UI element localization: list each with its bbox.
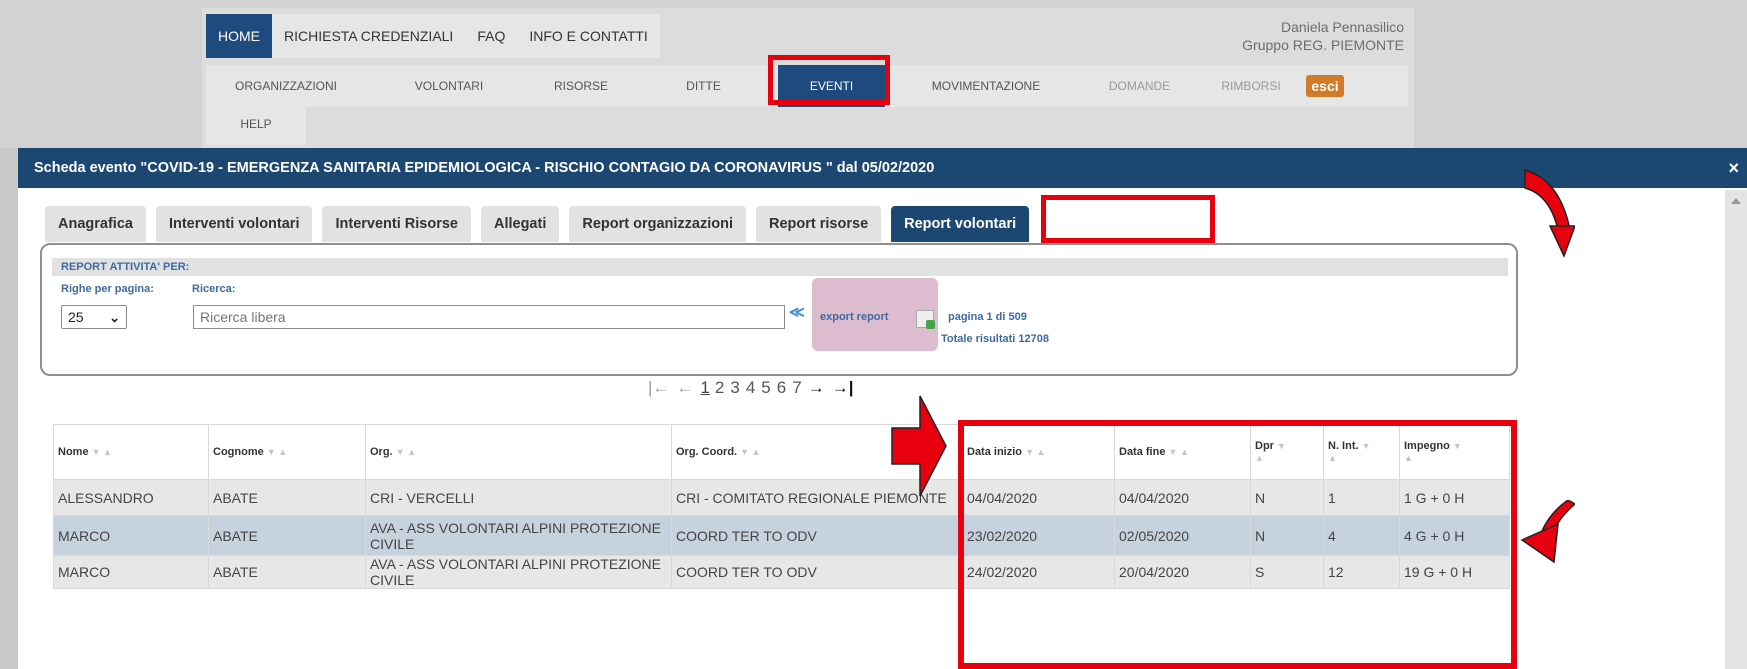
cell-nome: MARCO <box>53 515 209 556</box>
rows-per-page-select[interactable]: 25 ⌄ <box>61 305 127 329</box>
page-link[interactable]: 3 <box>730 378 739 398</box>
rows-per-page-label: Righe per pagina: <box>61 283 154 295</box>
tab-report-risorse[interactable]: Report risorse <box>756 206 882 242</box>
modal-scrollbar[interactable] <box>1725 190 1747 669</box>
nav-info-contatti[interactable]: INFO E CONTATTI <box>517 14 659 58</box>
col-header-nome[interactable]: Nome ▼ ▲ <box>53 424 209 480</box>
export-report-button[interactable]: export report <box>812 278 938 351</box>
rows-per-page-value: 25 <box>68 309 84 325</box>
double-chevron-down-icon[interactable]: ≪ <box>789 303 805 321</box>
first-page-icon[interactable]: |← <box>648 378 669 398</box>
menu-help[interactable]: HELP <box>206 107 306 145</box>
page-current[interactable]: 1 <box>700 378 709 398</box>
last-page-icon[interactable]: →| <box>832 378 854 398</box>
annotation-arrow-left-icon <box>1520 500 1575 564</box>
col-header-cognome[interactable]: Cognome ▼ ▲ <box>208 424 366 480</box>
next-page-icon[interactable]: → <box>808 378 825 398</box>
tab-report-organizzazioni[interactable]: Report organizzazioni <box>569 206 747 242</box>
cell-org: AVA - ASS VOLONTARI ALPINI PROTEZIONE CI… <box>365 515 672 556</box>
menu-ditte[interactable]: DITTE <box>656 65 751 107</box>
cell-org-coord: COORD TER TO ODV <box>671 555 963 589</box>
user-name: Daniela Pennasilico <box>1281 19 1404 35</box>
cell-org: AVA - ASS VOLONTARI ALPINI PROTEZIONE CI… <box>365 555 672 589</box>
cell-nome: MARCO <box>53 555 209 589</box>
annotation-arrow-right-icon <box>891 395 947 497</box>
annotation-highlight-date-columns <box>958 420 1517 669</box>
nav-richiesta-credenziali[interactable]: RICHIESTA CREDENZIALI <box>272 14 465 58</box>
tab-interventi-volontari[interactable]: Interventi volontari <box>155 206 313 242</box>
chevron-down-icon: ⌄ <box>109 310 120 325</box>
search-label: Ricerca: <box>192 283 236 295</box>
close-icon[interactable]: × <box>1728 148 1739 188</box>
export-report-label: export report <box>820 311 889 323</box>
scroll-up-arrow-icon[interactable] <box>1731 198 1741 204</box>
page-link[interactable]: 4 <box>746 378 755 398</box>
tab-anagrafica[interactable]: Anagrafica <box>45 206 146 242</box>
col-header-org[interactable]: Org. ▼ ▲ <box>365 424 672 480</box>
tab-interventi-risorse[interactable]: Interventi Risorse <box>322 206 471 242</box>
total-results: Totale risultati 12708 <box>941 333 1050 345</box>
user-info: Daniela Pennasilico Gruppo REG. PIEMONTE <box>1242 18 1404 54</box>
user-group: Gruppo REG. PIEMONTE <box>1242 37 1404 53</box>
cell-cognome: ABATE <box>208 479 366 516</box>
prev-page-icon[interactable]: ← <box>676 378 693 398</box>
page-link[interactable]: 7 <box>792 378 801 398</box>
annotation-highlight-report-volontari <box>1041 195 1215 243</box>
excel-export-icon <box>916 310 935 329</box>
filter-heading: REPORT ATTIVITA' PER: <box>52 258 1508 276</box>
cell-cognome: ABATE <box>208 515 366 556</box>
menu-risorse[interactable]: RISORSE <box>531 65 631 107</box>
menu-rimborsi: RIMBORSI <box>1221 79 1281 93</box>
menu-movimentazione[interactable]: MOVIMENTAZIONE <box>896 65 1076 107</box>
logout-button[interactable]: esci <box>1306 75 1344 97</box>
cell-org-coord: COORD TER TO ODV <box>671 515 963 556</box>
page-link[interactable]: 6 <box>777 378 786 398</box>
modal-title-bar: Scheda evento "COVID-19 - EMERGENZA SANI… <box>18 148 1747 188</box>
page-link[interactable]: 5 <box>761 378 770 398</box>
tab-allegati[interactable]: Allegati <box>480 206 560 242</box>
search-input[interactable] <box>193 305 785 329</box>
page-info: pagina 1 di 509 <box>948 311 1027 323</box>
menu-domande: DOMANDE <box>1108 79 1171 93</box>
page-link[interactable]: 2 <box>715 378 724 398</box>
modal-title: Scheda evento "COVID-19 - EMERGENZA SANI… <box>34 160 935 176</box>
tab-report-volontari[interactable]: Report volontari <box>891 206 1030 242</box>
menu-organizzazioni[interactable]: ORGANIZZAZIONI <box>208 65 364 107</box>
annotation-arrow-curved-icon <box>1524 169 1575 258</box>
cell-nome: ALESSANDRO <box>53 479 209 516</box>
pagination: |← ← 1 2 3 4 5 6 7 → →| <box>648 376 860 400</box>
cell-cognome: ABATE <box>208 555 366 589</box>
cell-org: CRI - VERCELLI <box>365 479 672 516</box>
menu-volontari[interactable]: VOLONTARI <box>384 65 514 107</box>
nav-home[interactable]: HOME <box>206 14 272 58</box>
annotation-highlight-eventi <box>768 55 890 105</box>
top-navigation: HOME RICHIESTA CREDENZIALI FAQ INFO E CO… <box>206 14 660 58</box>
modal-tabs: Anagrafica Interventi volontari Interven… <box>45 206 1039 242</box>
nav-faq[interactable]: FAQ <box>465 14 517 58</box>
